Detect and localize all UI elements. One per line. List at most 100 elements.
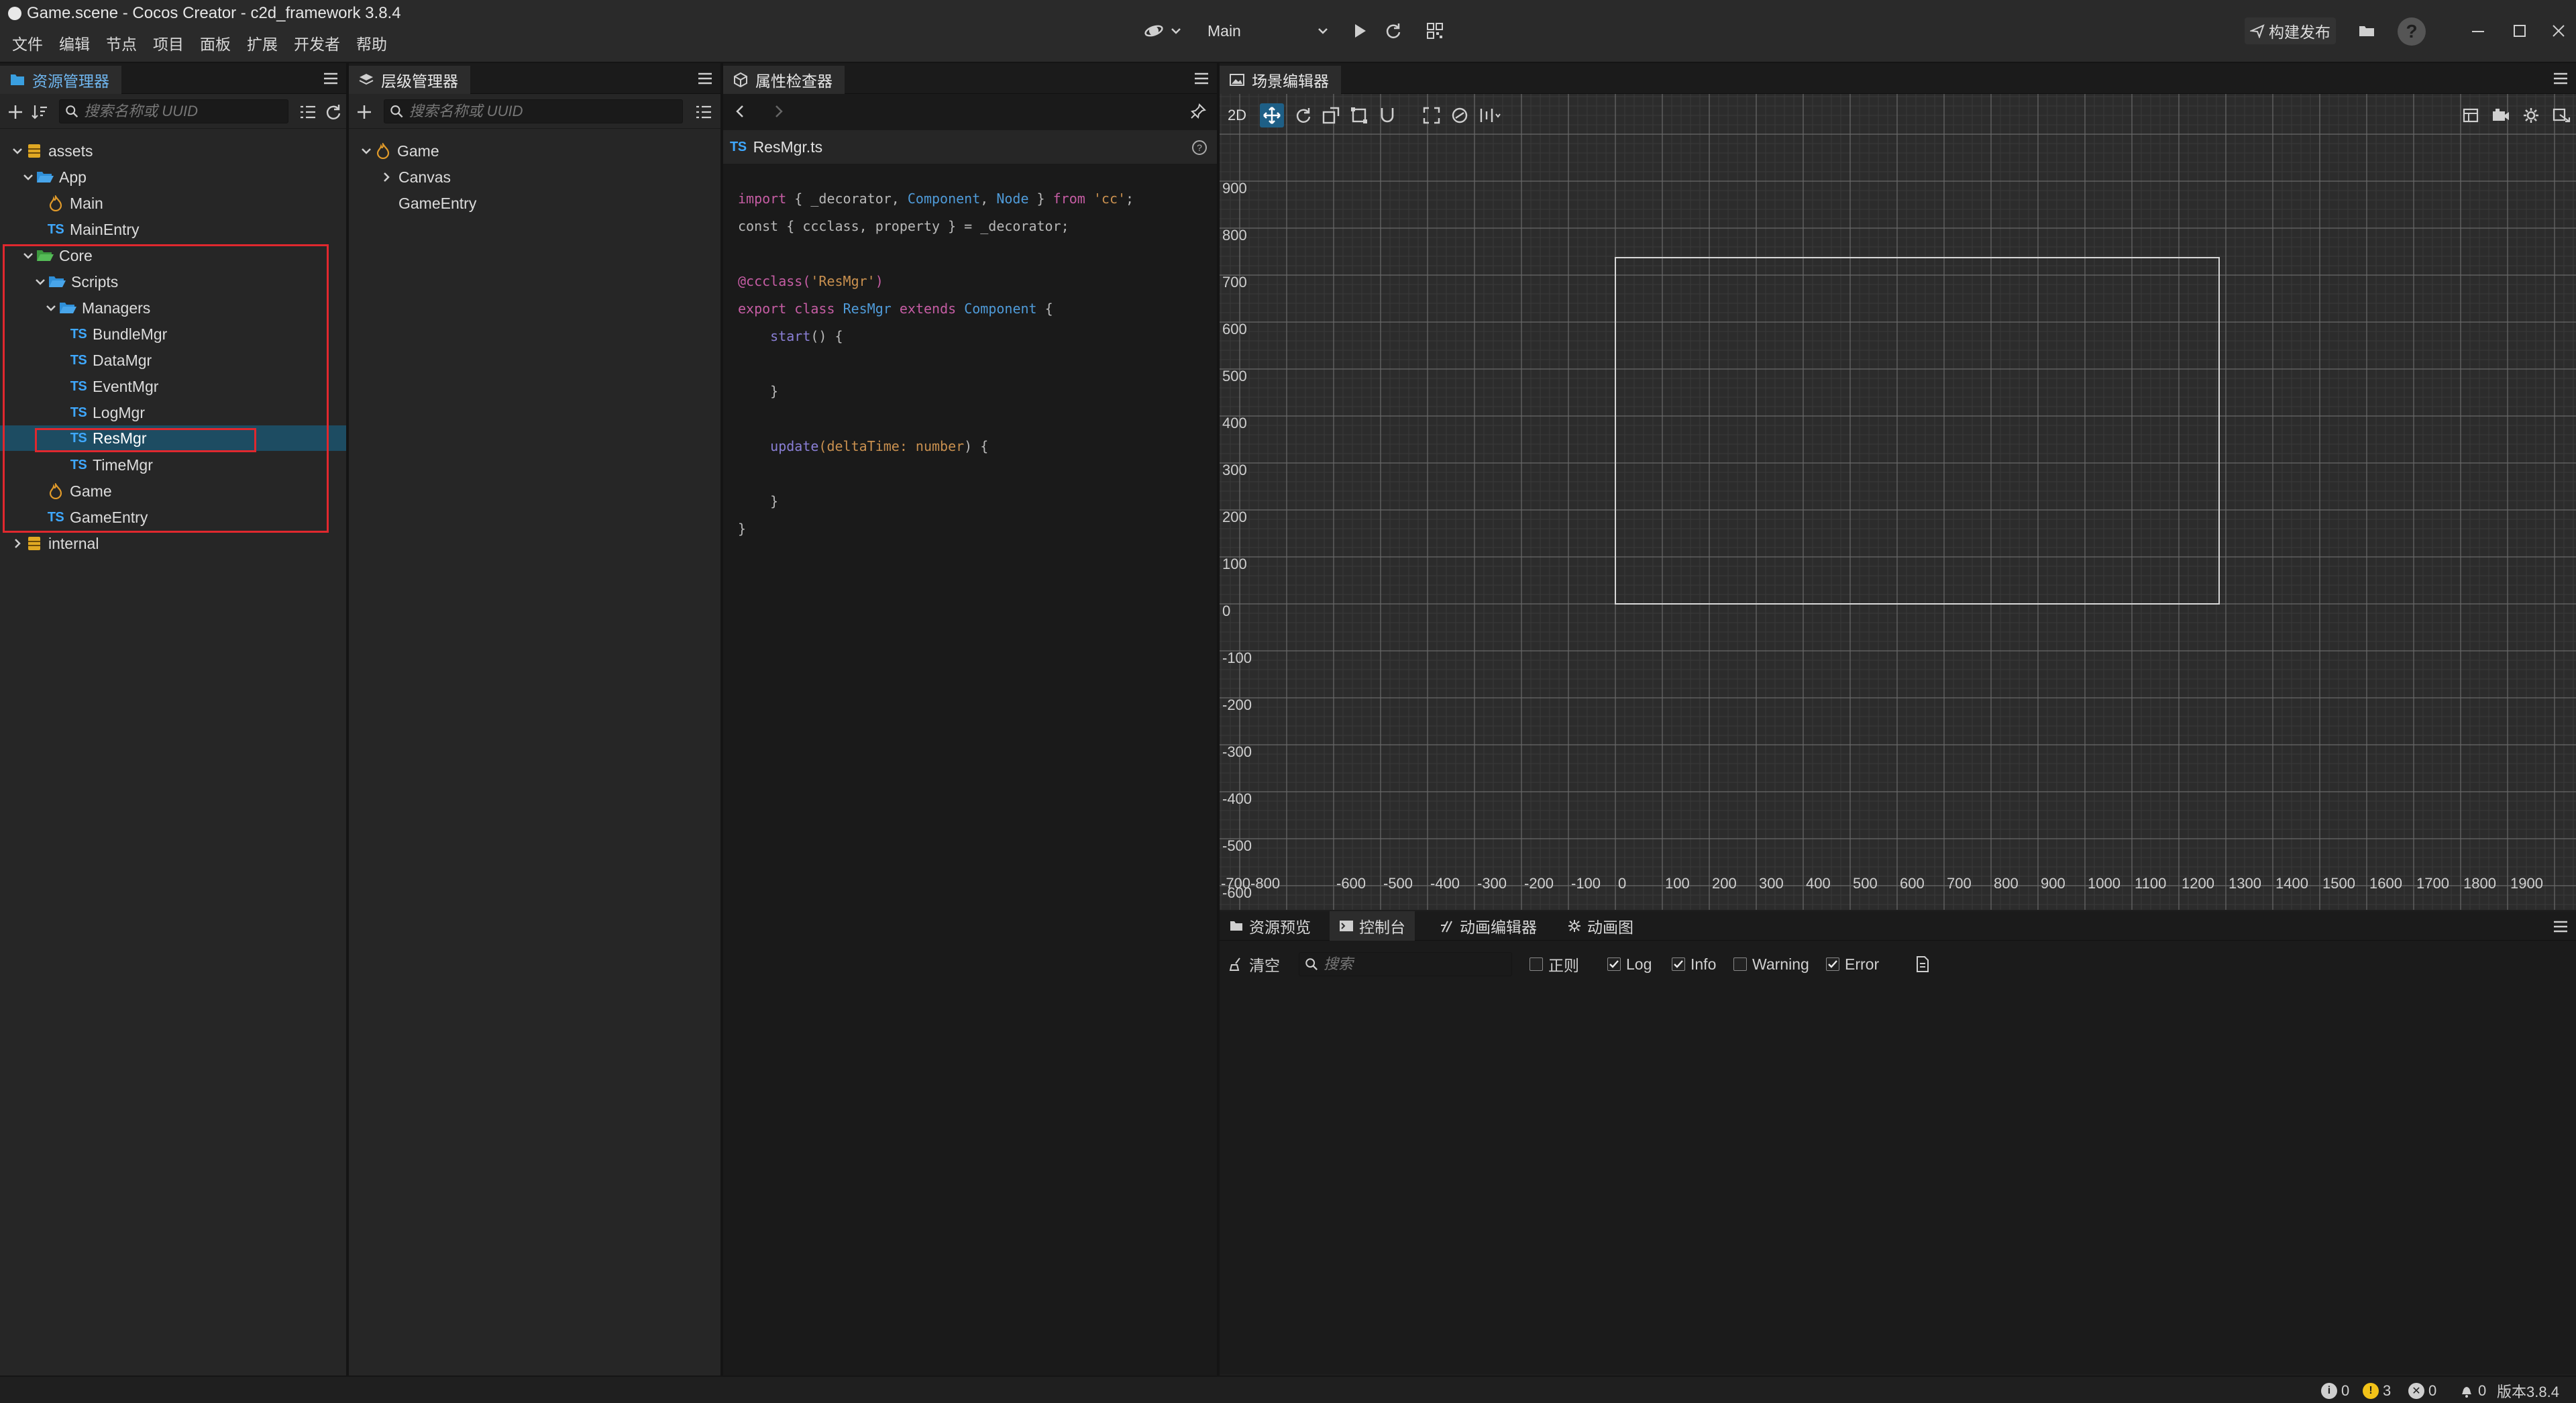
close-button[interactable] <box>2544 19 2573 43</box>
minimize-button[interactable] <box>2463 19 2493 43</box>
platform-select[interactable] <box>1139 19 1186 43</box>
error-count[interactable]: ✕ 0 <box>2408 1381 2436 1401</box>
tree-item-game-scene[interactable]: Game <box>360 138 439 164</box>
menu-edit[interactable]: 编辑 <box>51 32 98 56</box>
assets-search-box[interactable] <box>59 99 288 123</box>
log-checkbox[interactable] <box>1607 957 1621 971</box>
chevron-down-icon[interactable] <box>360 148 373 154</box>
console-search-input[interactable] <box>1324 955 1511 973</box>
menu-developer[interactable]: 开发者 <box>286 32 348 56</box>
menu-node[interactable]: 节点 <box>98 32 145 56</box>
scene-select[interactable]: Main <box>1201 17 1335 44</box>
qrcode-icon <box>1427 23 1443 39</box>
pivot-icon[interactable] <box>1422 106 1441 125</box>
list-filter-icon[interactable] <box>695 103 712 121</box>
scene-editor-panel[interactable]: 场景编辑器 900 800 700 600 500 400 300 200 100 0 -100 -2… <box>1220 63 2576 910</box>
play-button[interactable] <box>1348 19 1371 43</box>
warning-count[interactable]: ! 3 <box>2363 1381 2391 1401</box>
info-checkbox[interactable] <box>1672 957 1685 971</box>
camera-icon[interactable] <box>2491 107 2510 124</box>
frame-icon[interactable] <box>2462 107 2479 124</box>
filter-error[interactable]: Error <box>1826 953 1879 976</box>
filter-info[interactable]: Info <box>1672 953 1716 976</box>
tab-inspector[interactable]: 属性检查器 <box>723 66 845 94</box>
list-filter-icon[interactable] <box>299 103 317 121</box>
filter-regex[interactable]: 正则 <box>1529 953 1579 976</box>
tab-hierarchy[interactable]: 层级管理器 <box>349 66 470 94</box>
tab-scene-editor[interactable]: 场景编辑器 <box>1220 66 1341 94</box>
chevron-down-icon[interactable] <box>11 148 24 154</box>
refresh-icon[interactable] <box>325 103 342 121</box>
filter-log[interactable]: Log <box>1607 953 1652 976</box>
mode-2d-button[interactable]: 2D <box>1224 107 1250 124</box>
pin-icon[interactable] <box>1190 103 1206 119</box>
inspector-tabbar: 属性检查器 <box>723 63 1217 94</box>
chevron-down-icon[interactable] <box>21 174 35 180</box>
regex-checkbox[interactable] <box>1529 957 1543 971</box>
tab-asset-preview[interactable]: 资源预览 <box>1220 911 1320 941</box>
build-button[interactable]: 构建发布 <box>2245 17 2336 44</box>
notification-count[interactable]: 0 <box>2459 1381 2486 1401</box>
tree-item-internal[interactable]: internal <box>11 531 99 556</box>
add-icon[interactable] <box>7 103 24 121</box>
chevron-right-icon[interactable] <box>380 172 393 183</box>
tab-assets[interactable]: 资源管理器 <box>0 66 121 94</box>
refresh-button[interactable] <box>1382 19 1405 43</box>
hamburger-menu-icon[interactable] <box>2552 918 2569 935</box>
qrcode-button[interactable] <box>1424 19 1446 43</box>
menu-project[interactable]: 项目 <box>145 32 192 56</box>
warning-checkbox[interactable] <box>1733 957 1747 971</box>
help-circle-icon[interactable]: ? <box>1191 140 1208 156</box>
rect-tool-icon[interactable] <box>1350 106 1368 125</box>
tree-item-gameentry-node[interactable]: GameEntry <box>398 191 476 216</box>
maximize-button[interactable] <box>2505 19 2534 43</box>
tab-animation-editor[interactable]: 动画编辑器 <box>1430 911 1546 941</box>
back-icon[interactable] <box>733 103 749 119</box>
gizmo-icon[interactable] <box>2552 107 2571 124</box>
menu-file[interactable]: 文件 <box>4 32 51 56</box>
help-button[interactable]: ? <box>2398 17 2426 46</box>
x-axis-label: 300 <box>1759 875 1784 892</box>
move-tool-button[interactable] <box>1260 103 1284 127</box>
tab-console[interactable]: 控制台 <box>1330 911 1415 941</box>
hamburger-menu-icon[interactable] <box>2552 70 2569 87</box>
chevron-right-icon[interactable] <box>11 538 24 549</box>
menu-help[interactable]: 帮助 <box>348 32 395 56</box>
tree-item-main[interactable]: Main <box>46 191 103 216</box>
sort-icon[interactable] <box>31 103 48 121</box>
clear-button[interactable]: 清空 <box>1229 953 1280 976</box>
align-icon[interactable] <box>1479 106 1501 125</box>
menu-extension[interactable]: 扩展 <box>239 32 286 56</box>
tree-item-canvas[interactable]: Canvas <box>380 164 451 190</box>
tab-animation-graph[interactable]: 动画图 <box>1558 911 1643 941</box>
menu-panel[interactable]: 面板 <box>192 32 239 56</box>
world-local-icon[interactable] <box>1450 106 1469 125</box>
tree-item-mainentry[interactable]: TS MainEntry <box>46 217 140 242</box>
filter-warning[interactable]: Warning <box>1733 953 1809 976</box>
hamburger-menu-icon[interactable] <box>322 70 339 87</box>
x-axis-label: -300 <box>1477 875 1507 892</box>
x-axis-label: 1600 <box>2369 875 2402 892</box>
snap-tool-icon[interactable] <box>1378 106 1397 125</box>
y-axis-label: 0 <box>1222 603 1230 619</box>
rotate-tool-icon[interactable] <box>1293 106 1312 125</box>
assets-search-input[interactable] <box>84 103 288 120</box>
info-count[interactable]: i 0 <box>2321 1381 2349 1401</box>
filter-label: Error <box>1845 955 1880 973</box>
hierarchy-search-box[interactable] <box>384 99 683 123</box>
x-axis-label: 1000 <box>2088 875 2121 892</box>
hierarchy-search-input[interactable] <box>409 103 682 120</box>
console-search-box[interactable] <box>1299 952 1512 976</box>
forward-icon[interactable] <box>770 103 786 119</box>
tree-item-assets[interactable]: assets <box>11 138 93 164</box>
scale-tool-icon[interactable] <box>1322 106 1340 125</box>
hamburger-menu-icon[interactable] <box>1193 70 1210 87</box>
open-folder-button[interactable] <box>2355 19 2379 43</box>
error-checkbox[interactable] <box>1826 957 1839 971</box>
hamburger-menu-icon[interactable] <box>696 70 714 87</box>
tree-item-app[interactable]: App <box>21 164 87 190</box>
gear-icon[interactable] <box>2522 107 2540 124</box>
add-icon[interactable] <box>356 103 373 121</box>
document-icon[interactable] <box>1915 955 1931 973</box>
y-axis-label: -500 <box>1222 837 1252 854</box>
